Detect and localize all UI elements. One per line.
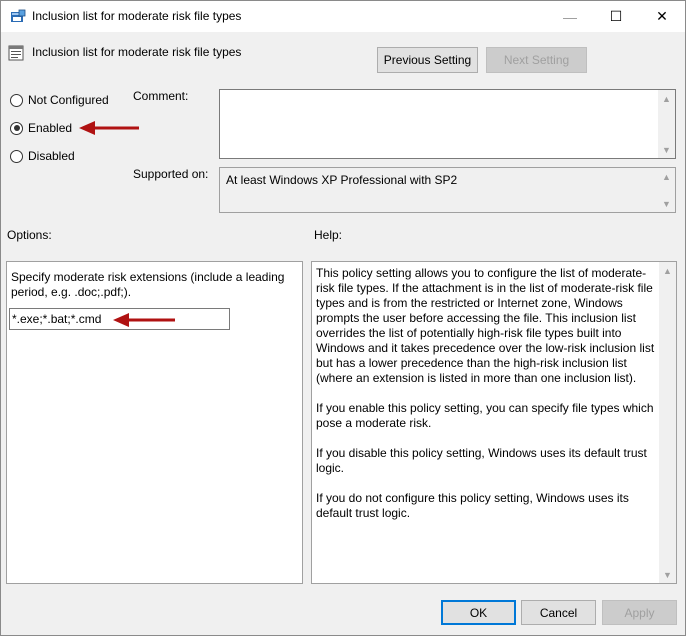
scroll-down-icon[interactable]: ▼ [658,195,675,212]
supported-on-label: Supported on: [133,167,209,181]
help-paragraph: This policy setting allows you to config… [316,266,655,385]
next-setting-button[interactable]: Next Setting [486,47,587,73]
previous-setting-button[interactable]: Previous Setting [377,47,478,73]
help-paragraph: If you enable this policy setting, you c… [316,401,654,430]
title-bar[interactable]: Inclusion list for moderate risk file ty… [1,1,685,32]
cancel-button[interactable]: Cancel [521,600,596,625]
options-panel: Specify moderate risk extensions (includ… [6,261,303,584]
radio-circle[interactable] [10,93,23,107]
comment-scrollbar[interactable]: ▲ ▼ [658,90,675,158]
radio-label: Not Configured [28,93,109,107]
scroll-up-icon[interactable]: ▲ [658,168,675,185]
radio-circle[interactable] [10,121,23,135]
ok-button[interactable]: OK [441,600,516,625]
radio-label: Disabled [28,149,75,163]
help-text: This policy setting allows you to config… [316,266,656,536]
scroll-down-icon[interactable]: ▼ [659,566,676,583]
settings-icon [8,45,24,61]
annotation-arrow-icon [79,121,139,135]
radio-enabled[interactable]: Enabled [10,120,72,136]
supported-on-field: At least Windows XP Professional with SP… [219,167,676,213]
policy-icon [11,9,26,22]
close-button[interactable]: ✕ [639,1,685,32]
window-title: Inclusion list for moderate risk file ty… [32,9,242,23]
options-label: Options: [7,228,52,242]
policy-dialog: Inclusion list for moderate risk file ty… [0,0,686,636]
radio-label: Enabled [28,121,73,135]
radio-disabled[interactable]: Disabled [10,148,75,164]
supported-scrollbar[interactable]: ▲ ▼ [658,168,675,212]
annotation-arrow-icon [113,313,175,327]
comment-textarea[interactable]: ▲ ▼ [219,89,676,159]
comment-label: Comment: [133,89,189,103]
scroll-up-icon[interactable]: ▲ [659,262,676,279]
scroll-up-icon[interactable]: ▲ [658,90,675,107]
help-panel: This policy setting allows you to config… [311,261,677,584]
extensions-description: Specify moderate risk extensions (includ… [11,270,285,299]
policy-title: Inclusion list for moderate risk file ty… [32,45,242,59]
radio-circle[interactable] [10,149,23,163]
scroll-down-icon[interactable]: ▼ [658,141,675,158]
radio-not-configured[interactable]: Not Configured [10,92,109,108]
minimize-button[interactable]: — [547,1,593,32]
supported-on-value: At least Windows XP Professional with SP… [226,173,458,187]
help-label: Help: [314,228,343,242]
help-paragraph: If you disable this policy setting, Wind… [316,446,647,475]
help-scrollbar[interactable]: ▲ ▼ [659,262,676,583]
apply-button[interactable]: Apply [602,600,677,625]
help-paragraph: If you do not configure this policy sett… [316,491,629,520]
maximize-button[interactable]: ☐ [593,1,639,32]
